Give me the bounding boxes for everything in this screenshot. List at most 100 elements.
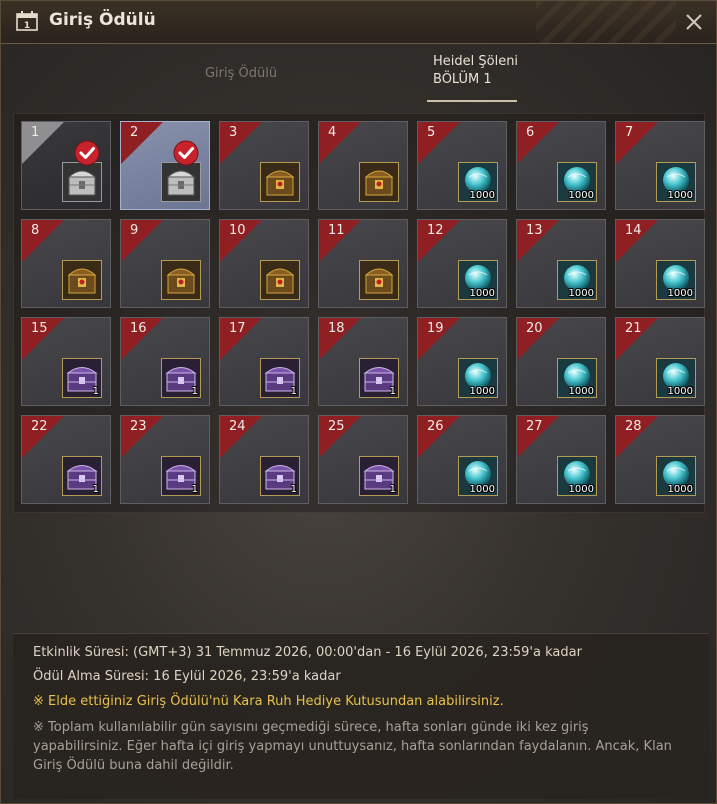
item-quantity: 1000 bbox=[667, 386, 693, 397]
item-quantity: 1000 bbox=[667, 190, 693, 201]
reward-day-3[interactable]: 3 bbox=[219, 121, 309, 210]
day-number: 23 bbox=[130, 419, 147, 434]
active-tab-indicator bbox=[427, 100, 517, 102]
day-corner-ribbon bbox=[22, 122, 64, 164]
reward-day-25[interactable]: 25 1 bbox=[318, 415, 408, 504]
gold-chest-icon[interactable] bbox=[359, 260, 399, 300]
purple-chest-icon[interactable]: 1 bbox=[260, 456, 300, 496]
day-number: 14 bbox=[625, 223, 642, 238]
silver-gem-icon[interactable]: 1000 bbox=[557, 260, 597, 300]
silver-gem-icon[interactable]: 1000 bbox=[458, 456, 498, 496]
title-bar: 1 Giriş Ödülü bbox=[1, 1, 716, 44]
silver-gem-icon[interactable]: 1000 bbox=[656, 456, 696, 496]
item-quantity: 1 bbox=[191, 484, 198, 495]
reward-day-20[interactable]: 20 1000 bbox=[516, 317, 606, 406]
reward-day-8[interactable]: 8 bbox=[21, 219, 111, 308]
purple-chest-icon[interactable]: 1 bbox=[62, 456, 102, 496]
silver-gem-icon[interactable]: 1000 bbox=[557, 162, 597, 202]
item-quantity: 1000 bbox=[469, 484, 495, 495]
item-quantity: 1000 bbox=[667, 288, 693, 299]
reward-day-11[interactable]: 11 bbox=[318, 219, 408, 308]
gold-chest-icon[interactable] bbox=[260, 162, 300, 202]
item-quantity: 1000 bbox=[469, 190, 495, 201]
day-number: 18 bbox=[328, 321, 345, 336]
day-number: 17 bbox=[229, 321, 246, 336]
window-title: Giriş Ödülü bbox=[49, 10, 156, 30]
day-number: 3 bbox=[229, 125, 238, 140]
silver-gem-icon[interactable]: 1000 bbox=[557, 358, 597, 398]
tab-event-title: Heidel Şöleni bbox=[433, 54, 519, 69]
day-number: 4 bbox=[328, 125, 337, 140]
silver-gem-icon[interactable]: 1000 bbox=[557, 456, 597, 496]
reward-day-4[interactable]: 4 bbox=[318, 121, 408, 210]
item-quantity: 1000 bbox=[568, 386, 594, 397]
purple-chest-icon[interactable]: 1 bbox=[260, 358, 300, 398]
day-corner-ribbon bbox=[121, 122, 163, 164]
purple-chest-icon[interactable]: 1 bbox=[359, 456, 399, 496]
gold-chest-icon[interactable] bbox=[161, 260, 201, 300]
item-quantity: 1000 bbox=[469, 288, 495, 299]
reward-day-22[interactable]: 22 1 bbox=[21, 415, 111, 504]
silver-gem-icon[interactable]: 1000 bbox=[656, 162, 696, 202]
silver-gem-icon[interactable]: 1000 bbox=[656, 358, 696, 398]
gold-chest-icon[interactable] bbox=[62, 260, 102, 300]
reward-day-28[interactable]: 28 1000 bbox=[615, 415, 705, 504]
title-bar-decoration bbox=[536, 1, 676, 43]
reward-grid: 1 2 3 4 5 1000 6 1000 7 1000 8 9 10 11 12 1000 13 1000 14 1… bbox=[21, 121, 705, 504]
day-number: 21 bbox=[625, 321, 642, 336]
item-quantity: 1 bbox=[290, 484, 297, 495]
day-number: 5 bbox=[427, 125, 436, 140]
day-number: 2 bbox=[130, 125, 139, 140]
silver-gem-icon[interactable]: 1000 bbox=[656, 260, 696, 300]
claimed-check-icon bbox=[173, 140, 199, 166]
tab-heidel-feast[interactable]: Heidel Şöleni BÖLÜM 1 bbox=[419, 54, 531, 102]
reward-day-18[interactable]: 18 1 bbox=[318, 317, 408, 406]
reward-day-15[interactable]: 15 1 bbox=[21, 317, 111, 406]
reward-day-19[interactable]: 19 1000 bbox=[417, 317, 507, 406]
claim-period-text: Ödül Alma Süresi: 16 Eylül 2026, 23:59'a… bbox=[33, 669, 341, 684]
reward-day-9[interactable]: 9 bbox=[120, 219, 210, 308]
gold-chest-icon[interactable] bbox=[260, 260, 300, 300]
tab-login-reward[interactable]: Giriş Ödülü bbox=[151, 54, 331, 102]
svg-text:1: 1 bbox=[24, 21, 30, 31]
reward-day-27[interactable]: 27 1000 bbox=[516, 415, 606, 504]
reward-day-5[interactable]: 5 1000 bbox=[417, 121, 507, 210]
silver-chest-icon[interactable] bbox=[161, 162, 201, 202]
silver-gem-icon[interactable]: 1000 bbox=[458, 162, 498, 202]
item-quantity: 1 bbox=[290, 386, 297, 397]
reward-day-2[interactable]: 2 bbox=[120, 121, 210, 210]
reward-day-17[interactable]: 17 1 bbox=[219, 317, 309, 406]
day-number: 6 bbox=[526, 125, 535, 140]
reward-day-21[interactable]: 21 1000 bbox=[615, 317, 705, 406]
day-corner-ribbon bbox=[22, 220, 64, 262]
purple-chest-icon[interactable]: 1 bbox=[62, 358, 102, 398]
purple-chest-icon[interactable]: 1 bbox=[161, 358, 201, 398]
close-icon[interactable] bbox=[682, 10, 706, 34]
day-number: 26 bbox=[427, 419, 444, 434]
purple-chest-icon[interactable]: 1 bbox=[359, 358, 399, 398]
silver-gem-icon[interactable]: 1000 bbox=[458, 260, 498, 300]
day-number: 22 bbox=[31, 419, 48, 434]
day-number: 12 bbox=[427, 223, 444, 238]
reward-day-7[interactable]: 7 1000 bbox=[615, 121, 705, 210]
reward-day-23[interactable]: 23 1 bbox=[120, 415, 210, 504]
silver-gem-icon[interactable]: 1000 bbox=[458, 358, 498, 398]
item-quantity: 1000 bbox=[568, 190, 594, 201]
reward-day-16[interactable]: 16 1 bbox=[120, 317, 210, 406]
reward-day-13[interactable]: 13 1000 bbox=[516, 219, 606, 308]
reward-day-12[interactable]: 12 1000 bbox=[417, 219, 507, 308]
reward-day-6[interactable]: 6 1000 bbox=[516, 121, 606, 210]
claimed-check-icon bbox=[74, 140, 100, 166]
silver-chest-icon[interactable] bbox=[62, 162, 102, 202]
reward-day-14[interactable]: 14 1000 bbox=[615, 219, 705, 308]
event-period-text: Etkinlik Süresi: (GMT+3) 31 Temmuz 2026,… bbox=[33, 645, 582, 660]
reward-day-26[interactable]: 26 1000 bbox=[417, 415, 507, 504]
reward-day-10[interactable]: 10 bbox=[219, 219, 309, 308]
day-corner-ribbon bbox=[121, 220, 163, 262]
gold-chest-icon[interactable] bbox=[359, 162, 399, 202]
reward-grid-panel: 1 2 3 4 5 1000 6 1000 7 1000 8 9 10 11 12 1000 13 1000 14 1… bbox=[13, 113, 705, 513]
purple-chest-icon[interactable]: 1 bbox=[161, 456, 201, 496]
day-number: 9 bbox=[130, 223, 139, 238]
reward-day-1[interactable]: 1 bbox=[21, 121, 111, 210]
reward-day-24[interactable]: 24 1 bbox=[219, 415, 309, 504]
